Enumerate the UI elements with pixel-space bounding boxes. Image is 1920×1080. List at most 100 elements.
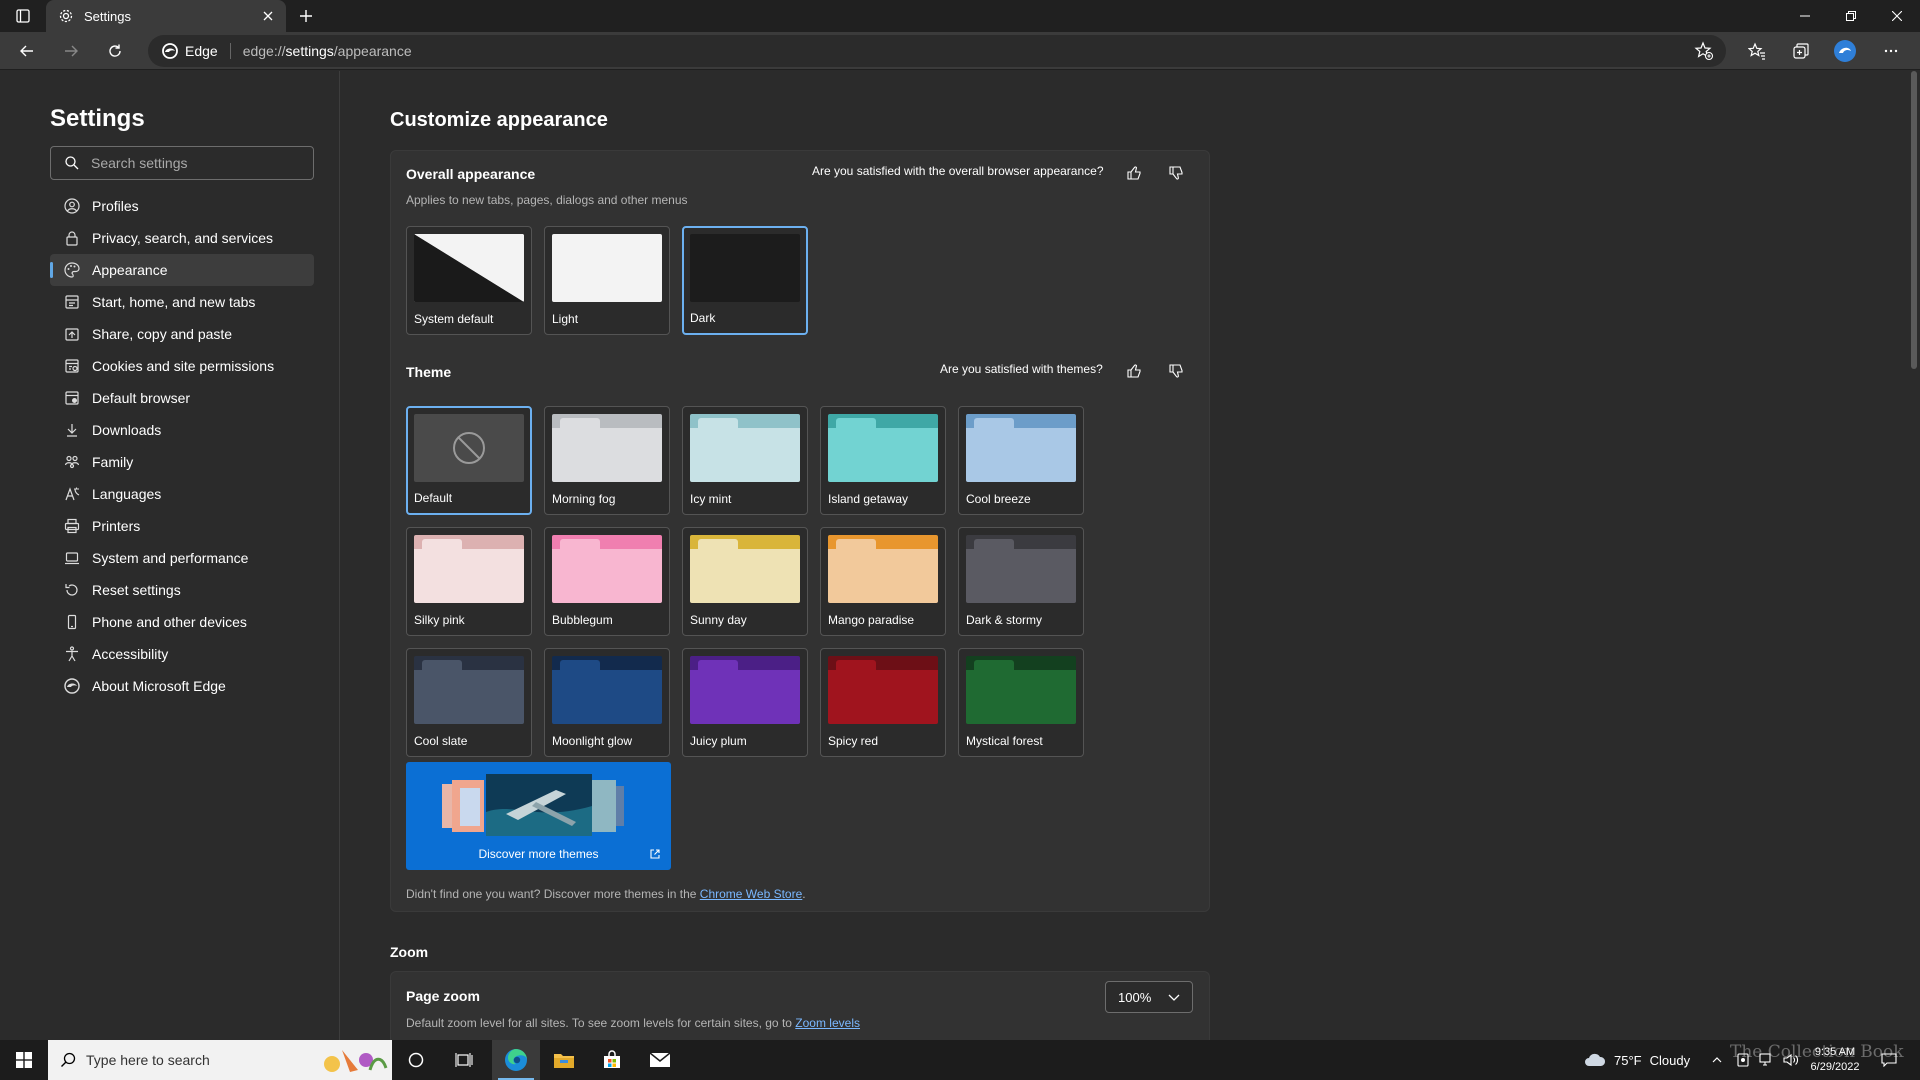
- sidebar-item-privacy[interactable]: Privacy, search, and services: [50, 222, 314, 254]
- theme-option-cool-breeze[interactable]: Cool breeze: [958, 406, 1084, 515]
- mail-icon: [649, 1052, 671, 1067]
- taskbar-mail-button[interactable]: [640, 1040, 680, 1080]
- discover-more-themes-button[interactable]: Discover more themes: [406, 762, 671, 870]
- sidebar-item-appearance[interactable]: Appearance: [50, 254, 314, 286]
- theme-option-mango-paradise[interactable]: Mango paradise: [820, 527, 946, 636]
- theme-tab: [836, 418, 876, 428]
- page-zoom-select[interactable]: 100%: [1105, 981, 1193, 1013]
- lock-icon: [66, 231, 78, 246]
- palette-icon: [64, 262, 80, 278]
- theme-option-icy-mint[interactable]: Icy mint: [682, 406, 808, 515]
- overall-thumbs-down-button[interactable]: [1164, 161, 1188, 185]
- search-highlight-illustration: [324, 1050, 388, 1072]
- tile-label: Island getaway: [828, 492, 909, 506]
- new-tab-button[interactable]: [294, 4, 318, 28]
- sidebar-item-reset[interactable]: Reset settings: [50, 574, 314, 606]
- add-favorite-button[interactable]: [1694, 41, 1714, 61]
- tab-actions-icon: [16, 9, 30, 23]
- minimize-icon: [1800, 15, 1810, 17]
- taskbar-search-box[interactable]: [48, 1040, 392, 1080]
- weather-widget[interactable]: 75°F Cloudy: [1584, 1040, 1690, 1080]
- theme-thumbs-up-button[interactable]: [1122, 359, 1146, 383]
- refresh-button[interactable]: [100, 37, 130, 65]
- thumbs-down-icon: [1169, 166, 1183, 180]
- toolbar: Edge edge://settings/appearance: [0, 32, 1920, 70]
- profile-button[interactable]: [1830, 37, 1860, 65]
- phone-icon: [67, 614, 77, 630]
- show-hidden-icons-button[interactable]: [1706, 1040, 1728, 1080]
- cortana-button[interactable]: [396, 1040, 436, 1080]
- theme-option-island-getaway[interactable]: Island getaway: [820, 406, 946, 515]
- task-view-icon: [455, 1053, 473, 1067]
- taskbar-edge-button[interactable]: [492, 1040, 540, 1080]
- more-options-button[interactable]: [1876, 37, 1906, 65]
- sidebar-item-about[interactable]: About Microsoft Edge: [50, 670, 314, 702]
- search-settings-box[interactable]: [50, 146, 314, 180]
- favorites-button[interactable]: [1742, 37, 1772, 65]
- theme-option-spicy-red[interactable]: Spicy red: [820, 648, 946, 757]
- sidebar-item-cookies[interactable]: Cookies and site permissions: [50, 350, 314, 382]
- tab-actions-button[interactable]: [10, 5, 36, 27]
- task-view-button[interactable]: [444, 1040, 484, 1080]
- tab-close-button[interactable]: [260, 8, 276, 24]
- chevron-down-icon: [1168, 994, 1180, 1001]
- address-site-label: Edge: [185, 43, 218, 59]
- address-bar[interactable]: Edge edge://settings/appearance: [148, 35, 1726, 67]
- tile-label: Mango paradise: [828, 613, 915, 627]
- close-icon: [263, 11, 273, 21]
- overall-thumbs-up-button[interactable]: [1122, 161, 1146, 185]
- sidebar-item-system[interactable]: System and performance: [50, 542, 314, 574]
- zoom-levels-link[interactable]: Zoom levels: [795, 1016, 860, 1030]
- theme-option-dark-stormy[interactable]: Dark & stormy: [958, 527, 1084, 636]
- tile-label: Dark: [690, 311, 716, 325]
- taskbar-search-input[interactable]: [86, 1052, 286, 1068]
- sidebar-item-default-browser[interactable]: Default browser: [50, 382, 314, 414]
- sidebar-item-phone[interactable]: Phone and other devices: [50, 606, 314, 638]
- back-button[interactable]: [12, 37, 42, 65]
- taskbar-file-explorer-button[interactable]: [544, 1040, 584, 1080]
- scrollbar-thumb[interactable]: [1911, 71, 1917, 369]
- search-settings-input[interactable]: [91, 155, 291, 171]
- theme-option-juicy-plum[interactable]: Juicy plum: [682, 648, 808, 757]
- taskbar-store-button[interactable]: [592, 1040, 632, 1080]
- folder-icon: [554, 1054, 574, 1068]
- start-button[interactable]: [0, 1040, 48, 1080]
- sidebar-item-languages[interactable]: Languages: [50, 478, 314, 510]
- theme-option-moonlight-glow[interactable]: Moonlight glow: [544, 648, 670, 757]
- collections-button[interactable]: [1786, 37, 1816, 65]
- theme-option-default[interactable]: Default: [406, 406, 532, 515]
- theme-option-cool-slate[interactable]: Cool slate: [406, 648, 532, 757]
- sidebar-item-profiles[interactable]: Profiles: [50, 190, 314, 222]
- system-default-preview: [414, 234, 524, 302]
- minimize-button[interactable]: [1782, 0, 1828, 32]
- theme-tab: [560, 660, 600, 670]
- sidebar-item-printers[interactable]: Printers: [50, 510, 314, 542]
- theme-option-bubblegum[interactable]: Bubblegum: [544, 527, 670, 636]
- theme-option-sunny-day[interactable]: Sunny day: [682, 527, 808, 636]
- sidebar-item-label: Appearance: [92, 262, 168, 278]
- theme-option-silky-pink[interactable]: Silky pink: [406, 527, 532, 636]
- sidebar-item-accessibility[interactable]: Accessibility: [50, 638, 314, 670]
- theme-option-mystical-forest[interactable]: Mystical forest: [958, 648, 1084, 757]
- sidebar-item-start-home[interactable]: Start, home, and new tabs: [50, 286, 314, 318]
- chrome-web-store-link[interactable]: Chrome Web Store: [700, 887, 803, 901]
- theme-option-morning-fog[interactable]: Morning fog: [544, 406, 670, 515]
- theme-body: [966, 670, 1076, 724]
- forward-button[interactable]: [56, 37, 86, 65]
- sidebar-item-share[interactable]: Share, copy and paste: [50, 318, 314, 350]
- edge-icon: [64, 678, 80, 694]
- close-window-button[interactable]: [1874, 0, 1920, 32]
- appearance-option-light[interactable]: Light: [544, 226, 670, 335]
- appearance-option-dark[interactable]: Dark: [682, 226, 808, 335]
- theme-tab: [422, 539, 462, 549]
- theme-thumbs-down-button[interactable]: [1164, 359, 1188, 383]
- sidebar-item-family[interactable]: Family: [50, 446, 314, 478]
- settings-main: Customize appearance Overall appearance …: [341, 71, 1920, 1040]
- theme-tab: [560, 418, 600, 428]
- appearance-option-system-default[interactable]: System default: [406, 226, 532, 335]
- theme-preview: [966, 414, 1076, 482]
- page-scrollbar[interactable]: [1908, 71, 1920, 1040]
- browser-tab-settings[interactable]: Settings: [46, 0, 286, 32]
- sidebar-item-downloads[interactable]: Downloads: [50, 414, 314, 446]
- restore-button[interactable]: [1828, 0, 1874, 32]
